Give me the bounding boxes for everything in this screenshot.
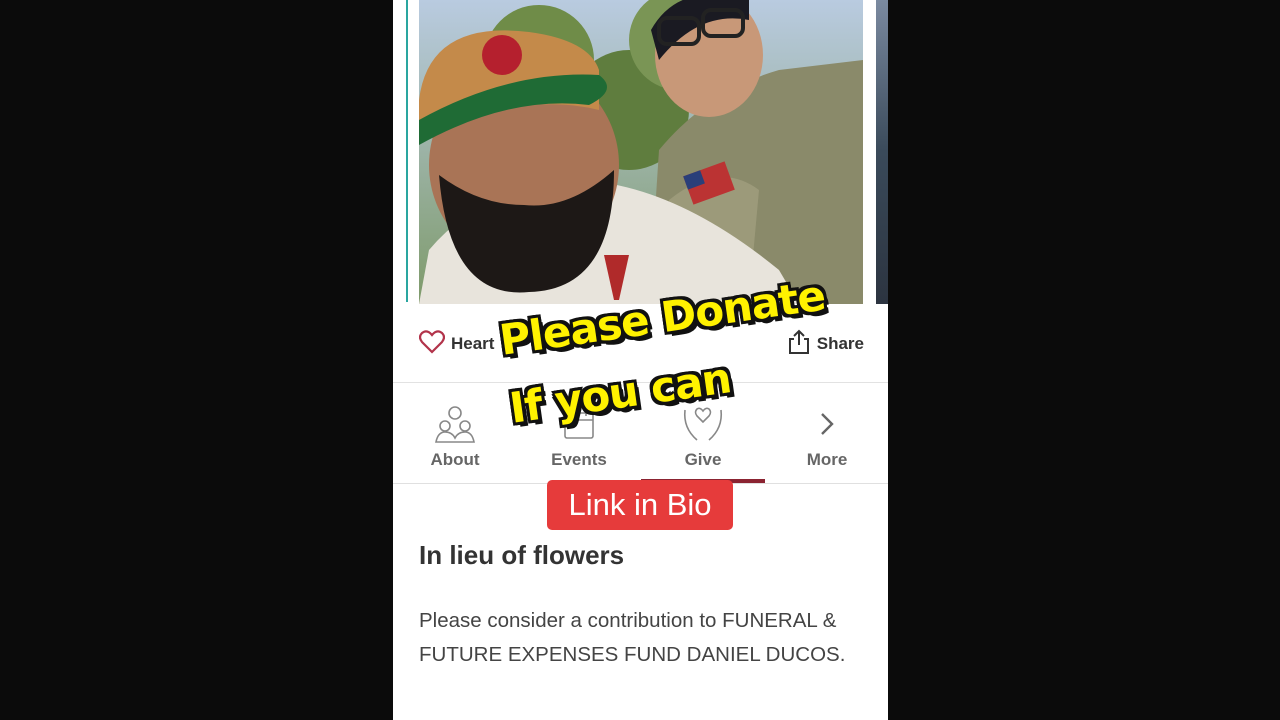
tab-more-label: More: [806, 450, 848, 469]
share-button[interactable]: Share: [787, 329, 864, 360]
previous-photo-edge[interactable]: [393, 0, 408, 302]
heart-icon: [418, 329, 446, 359]
memorial-page: Heart Share About Events Give More In li…: [393, 0, 888, 720]
people-icon: [393, 403, 517, 445]
link-in-bio-badge: Link in Bio: [547, 480, 733, 530]
share-label: Share: [816, 334, 864, 353]
tab-more[interactable]: More: [765, 383, 888, 483]
tab-give-label: Give: [684, 450, 722, 469]
tab-events-label: Events: [551, 450, 607, 469]
heart-button[interactable]: Heart: [418, 329, 495, 359]
tab-about[interactable]: About: [393, 383, 517, 483]
memorial-photo: [419, 0, 863, 304]
next-photo-edge[interactable]: [876, 0, 888, 304]
photo-carousel[interactable]: [393, 0, 888, 304]
share-icon: [787, 329, 811, 360]
section-title: In lieu of flowers: [419, 540, 625, 570]
tab-about-label: About: [430, 450, 480, 469]
chevron-right-icon: [765, 403, 888, 445]
heart-label: Heart: [451, 334, 495, 353]
section-body: Please consider a contribution to FUNERA…: [419, 609, 846, 666]
